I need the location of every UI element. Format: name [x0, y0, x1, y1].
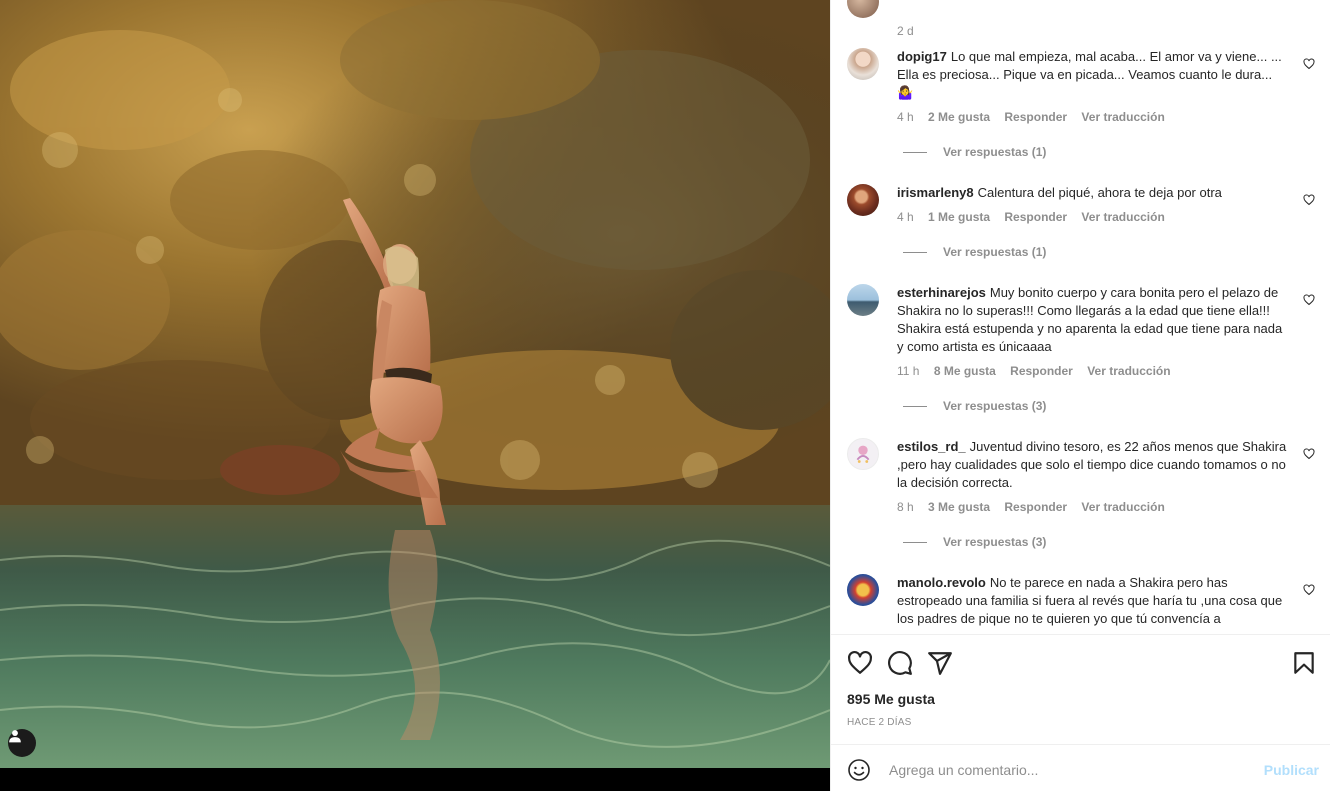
comment-username[interactable]: esterhinarejos: [897, 285, 986, 300]
avatar[interactable]: [847, 284, 879, 316]
user-tag-icon: [9, 730, 21, 743]
comment-meta: 11 h 8 Me gusta Responder Ver traducción: [897, 364, 1182, 378]
post-date[interactable]: HACE 2 DÍAS: [847, 717, 911, 728]
divider: [903, 405, 927, 407]
comment-time[interactable]: 8 h: [897, 500, 914, 514]
bookmark-icon[interactable]: [1291, 650, 1317, 676]
comment-time[interactable]: 4 h: [897, 210, 914, 224]
comment-text-block: manolo.revolo No te parece en nada a Shak…: [897, 574, 1287, 628]
view-replies-button[interactable]: Ver respuestas (3): [903, 535, 1046, 549]
comment-text: Calentura del piqué, ahora te deja por o…: [977, 185, 1222, 200]
like-comment-heart-icon[interactable]: [1303, 584, 1315, 596]
like-comment-heart-icon[interactable]: [1303, 58, 1315, 70]
logo-avatar-icon: [856, 445, 870, 463]
heart-icon[interactable]: [847, 650, 873, 676]
comment-likes[interactable]: 8 Me gusta: [934, 364, 996, 378]
avatar[interactable]: [847, 184, 879, 216]
comment-username[interactable]: irismarleny8: [897, 185, 974, 200]
comment-time[interactable]: 2 d: [897, 24, 914, 38]
post-photo[interactable]: [0, 0, 830, 768]
comment-icon[interactable]: [887, 650, 913, 676]
reply-button[interactable]: Responder: [1004, 110, 1067, 124]
comment-username[interactable]: dopig17: [897, 49, 947, 64]
avatar[interactable]: [847, 0, 879, 18]
reply-button[interactable]: Responder: [1004, 210, 1067, 224]
reply-button[interactable]: Responder: [1004, 500, 1067, 514]
comment-item: esterhinarejos Muy bonito cuerpo y cara b…: [847, 284, 1317, 422]
post-likes-count[interactable]: 895 Me gusta: [847, 691, 935, 707]
view-replies-button[interactable]: Ver respuestas (1): [903, 145, 1046, 159]
comment-text: Lo que mal empieza, mal acaba... El amor…: [897, 49, 1282, 100]
like-comment-heart-icon[interactable]: [1303, 448, 1315, 460]
comment-text-block: esterhinarejos Muy bonito cuerpo y cara b…: [897, 284, 1287, 356]
like-comment-heart-icon[interactable]: [1303, 194, 1315, 206]
comment-likes[interactable]: 1 Me gusta: [928, 210, 990, 224]
post-actions: 895 Me gusta HACE 2 DÍAS: [831, 634, 1330, 744]
view-replies-button[interactable]: Ver respuestas (3): [903, 399, 1046, 413]
comment-meta: 8 h 3 Me gusta Responder Ver traducción: [897, 500, 1176, 514]
media-bottom-bar: [0, 768, 830, 791]
comment-item: manolo.revolo No te parece en nada a Shak…: [847, 574, 1317, 634]
view-replies-label: Ver respuestas (3): [943, 535, 1047, 549]
comment-likes[interactable]: 2 Me gusta: [928, 110, 990, 124]
comment-item: dopig17 Lo que mal empieza, mal acaba... …: [847, 48, 1317, 168]
tag-user-button[interactable]: [8, 729, 36, 757]
photo-scene: [0, 0, 830, 768]
comment-text-block: estilos_rd_ Juventud divino tesoro, es 22…: [897, 438, 1287, 492]
divider: [903, 151, 927, 153]
avatar[interactable]: [847, 438, 879, 470]
avatar[interactable]: [847, 574, 879, 606]
avatar[interactable]: [847, 48, 879, 80]
comment-time[interactable]: 4 h: [897, 110, 914, 124]
translate-button[interactable]: Ver traducción: [1081, 210, 1164, 224]
comments-list[interactable]: 2 d dopig17 Lo que mal empieza, mal acaba…: [831, 0, 1330, 634]
comment-username[interactable]: manolo.revolo: [897, 575, 986, 590]
comment-likes[interactable]: 3 Me gusta: [928, 500, 990, 514]
divider: [903, 251, 927, 253]
comment-username[interactable]: estilos_rd_: [897, 439, 966, 454]
send-icon[interactable]: [927, 650, 953, 676]
reply-button[interactable]: Responder: [1010, 364, 1073, 378]
publish-button[interactable]: Publicar: [1264, 762, 1319, 778]
view-replies-label: Ver respuestas (1): [943, 145, 1047, 159]
comment-text-block: dopig17 Lo que mal empieza, mal acaba... …: [897, 48, 1287, 102]
comment-text-block: irismarleny8 Calentura del piqué, ahora t…: [897, 184, 1287, 202]
comment-input[interactable]: [887, 757, 1231, 783]
comment-meta: 4 h 1 Me gusta Responder Ver traducción: [897, 210, 1176, 224]
comment-time[interactable]: 11 h: [897, 364, 919, 378]
post-side-panel: 2 d dopig17 Lo que mal empieza, mal acaba…: [830, 0, 1330, 791]
translate-button[interactable]: Ver traducción: [1081, 500, 1164, 514]
comment-composer: Publicar: [831, 744, 1330, 791]
comment-item: irismarleny8 Calentura del piqué, ahora t…: [847, 184, 1317, 268]
like-comment-heart-icon[interactable]: [1303, 294, 1315, 306]
comment-meta: 4 h 2 Me gusta Responder Ver traducción: [897, 110, 1176, 124]
view-replies-label: Ver respuestas (3): [943, 399, 1047, 413]
comment-item: estilos_rd_ Juventud divino tesoro, es 22…: [847, 438, 1317, 558]
emoji-icon[interactable]: [847, 758, 871, 782]
translate-button[interactable]: Ver traducción: [1081, 110, 1164, 124]
view-replies-button[interactable]: Ver respuestas (1): [903, 245, 1046, 259]
previous-comment: [847, 0, 879, 18]
divider: [903, 541, 927, 543]
translate-button[interactable]: Ver traducción: [1087, 364, 1170, 378]
view-replies-label: Ver respuestas (1): [943, 245, 1047, 259]
